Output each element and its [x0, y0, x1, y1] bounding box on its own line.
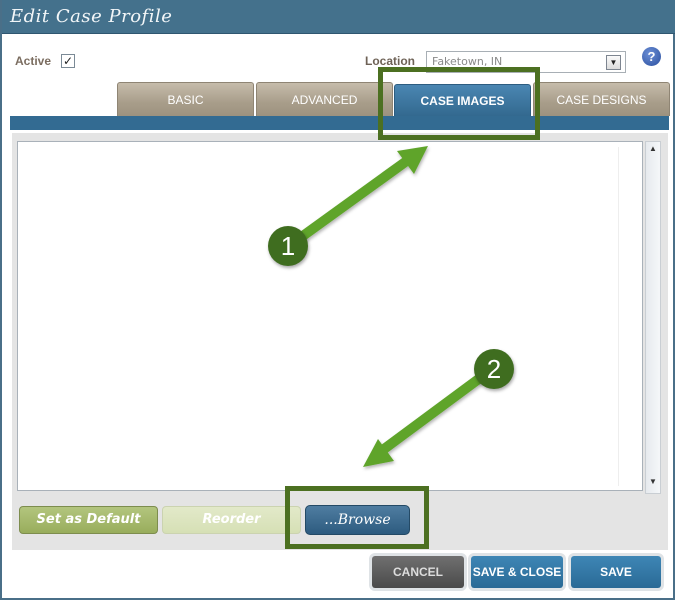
save-and-close-button[interactable]: SAVE & CLOSE — [471, 556, 563, 588]
callout-2-badge: 2 — [474, 349, 514, 389]
highlight-box-browse-button — [285, 486, 429, 549]
dropdown-arrow-icon[interactable]: ▼ — [606, 55, 621, 70]
set-as-default-button[interactable]: Set as Default — [19, 506, 158, 534]
image-list-content — [23, 147, 619, 486]
tab-basic[interactable]: BASIC — [117, 82, 254, 116]
tab-advanced[interactable]: ADVANCED — [256, 82, 393, 116]
tab-case-designs[interactable]: CASE DESIGNS — [533, 82, 670, 116]
callout-1-badge: 1 — [268, 226, 308, 266]
highlight-box-case-images-tab — [378, 67, 540, 140]
image-list-scrollbar[interactable]: ▲ ▼ — [645, 141, 661, 494]
title-bar: Edit Case Profile — [2, 0, 675, 34]
save-button[interactable]: SAVE — [571, 556, 661, 588]
reorder-button[interactable]: Reorder — [162, 506, 301, 534]
scroll-up-icon[interactable]: ▲ — [646, 144, 660, 158]
case-images-list[interactable] — [17, 141, 643, 491]
active-checkbox[interactable]: ✓ — [61, 54, 75, 68]
scroll-down-icon[interactable]: ▼ — [646, 477, 660, 491]
cancel-button[interactable]: CANCEL — [372, 556, 464, 588]
location-label: Location — [365, 54, 415, 68]
tab-bar-strip — [10, 116, 669, 130]
active-label: Active — [15, 54, 52, 68]
dialog-title: Edit Case Profile — [10, 6, 173, 27]
help-icon[interactable]: ? — [642, 47, 661, 66]
